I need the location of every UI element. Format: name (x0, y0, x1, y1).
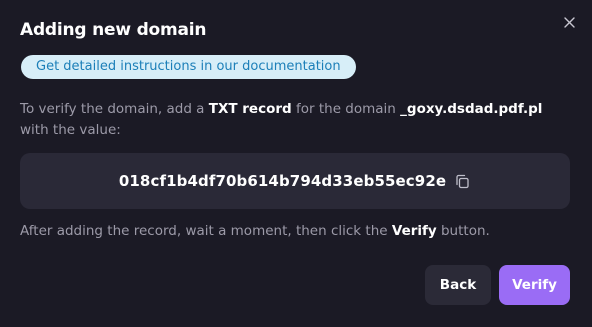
add-domain-dialog: Adding new domain Get detailed instructi… (0, 0, 592, 327)
copy-icon (455, 174, 469, 188)
dialog-title: Adding new domain (20, 20, 207, 40)
instructions-text-2: for the domain (291, 101, 401, 117)
txt-value-box: 018cf1b4df70b614b794d33eb55ec92e (20, 153, 570, 209)
close-button[interactable] (560, 13, 578, 31)
txt-record-value[interactable]: 018cf1b4df70b614b794d33eb55ec92e (119, 172, 446, 190)
domain-name: _goxy.dsdad.pdf.pl (400, 101, 543, 117)
record-type: TXT record (208, 101, 292, 117)
copy-button[interactable] (453, 172, 471, 190)
verification-instructions: To verify the domain, add a TXT record f… (20, 99, 572, 141)
instructions-text-1: To verify the domain, add a (20, 101, 209, 117)
verify-button[interactable]: Verify (499, 265, 570, 305)
close-icon (563, 16, 575, 28)
verify-reference: Verify (391, 223, 437, 239)
back-button[interactable]: Back (425, 265, 491, 305)
documentation-link[interactable]: Get detailed instructions in our documen… (21, 55, 356, 79)
after-instructions: After adding the record, wait a moment, … (20, 221, 490, 242)
after-text-1: After adding the record, wait a moment, … (20, 223, 392, 239)
instructions-text-3: with the value: (20, 122, 121, 138)
after-text-2: button. (436, 223, 490, 239)
